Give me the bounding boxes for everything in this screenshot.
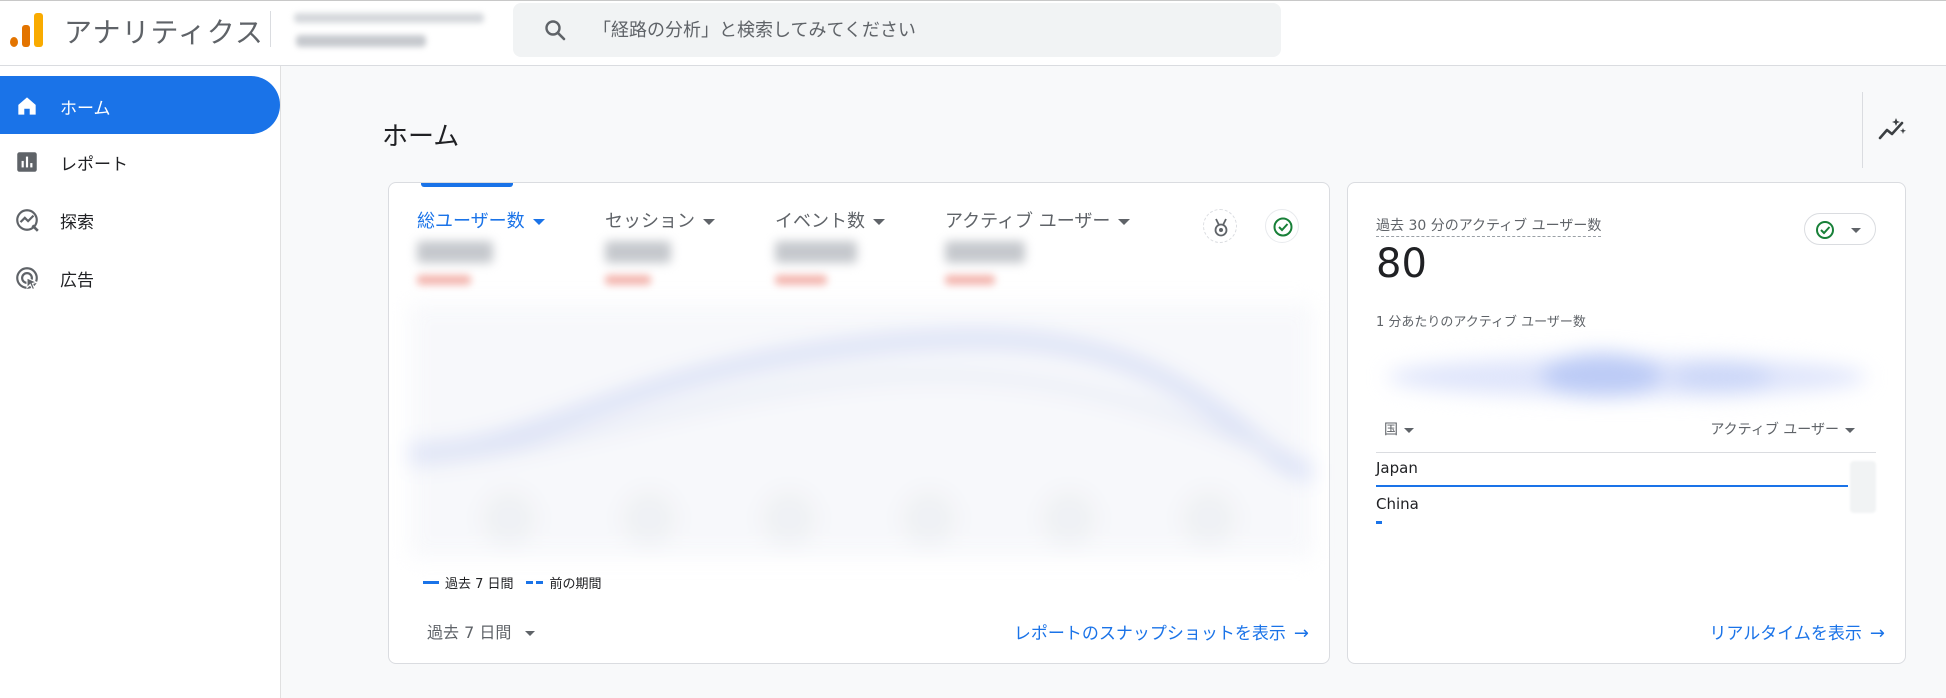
search-input[interactable] xyxy=(593,15,1253,45)
bar-chart-icon xyxy=(17,152,37,172)
realtime-active-users-value: 80 xyxy=(1376,241,1427,287)
sidebar-item-explore[interactable]: 探索 xyxy=(0,190,280,248)
table-row-country[interactable]: China xyxy=(1376,495,1419,513)
metric-label: セッション xyxy=(605,211,695,232)
page-title: ホーム xyxy=(382,122,460,152)
metric-label: アクティブ ユーザー xyxy=(945,211,1111,232)
date-range-dropdown[interactable]: 過去 7 日間 xyxy=(427,619,536,643)
legend-current-label: 過去 7 日間 xyxy=(445,577,514,592)
account-selector[interactable] xyxy=(290,7,498,53)
sidebar-item-label: レポート xyxy=(60,155,128,175)
chevron-down-icon xyxy=(1118,219,1131,225)
sidebar-item-reports[interactable]: レポート xyxy=(0,132,280,190)
sidebar-item-label: 広告 xyxy=(60,271,94,291)
medal-icon xyxy=(1214,218,1228,237)
metric-dropdown[interactable]: アクティブ ユーザー xyxy=(1710,419,1855,439)
sidebar-item-home[interactable]: ホーム xyxy=(0,76,280,134)
metric-tab-active-users[interactable]: アクティブ ユーザー xyxy=(945,207,1131,285)
table-divider xyxy=(1376,452,1876,453)
chevron-down-icon xyxy=(532,219,545,225)
metric-value-redacted xyxy=(605,241,671,263)
chart-legend: 過去 7 日間 前の期間 xyxy=(423,573,602,592)
search-bar[interactable] xyxy=(513,3,1281,57)
realtime-card: 過去 30 分のアクティブ ユーザー数 80 1 分あたりのアクティブ ユーザー… xyxy=(1347,182,1906,664)
view-realtime-link[interactable]: リアルタイムを表示 → xyxy=(1709,619,1885,644)
active-metric-indicator xyxy=(421,183,513,187)
app-title[interactable]: アナリティクス xyxy=(64,11,264,51)
realtime-status-dropdown[interactable] xyxy=(1804,213,1876,245)
table-row-country[interactable]: Japan xyxy=(1376,459,1418,477)
top-app-bar: アナリティクス xyxy=(0,0,1946,66)
metric-tab-sessions[interactable]: セッション xyxy=(605,207,715,285)
overview-card: 総ユーザー数 セッション イベント数 アクティブ ユーザー 過去 7 日間 前の… xyxy=(388,182,1330,664)
arrow-right-icon: → xyxy=(1293,623,1309,644)
metric-value-redacted xyxy=(945,241,1025,263)
chevron-down-icon xyxy=(703,219,715,225)
dimension-label: 国 xyxy=(1384,422,1398,438)
sidebar-item-advertising[interactable]: 広告 xyxy=(0,248,280,306)
search-icon xyxy=(545,20,566,41)
view-snapshot-link[interactable]: レポートのスナップショットを表示 → xyxy=(1014,619,1309,644)
realtime-title[interactable]: 過去 30 分のアクティブ ユーザー数 xyxy=(1376,215,1602,237)
sidebar-item-label: ホーム xyxy=(60,99,111,119)
insights-divider xyxy=(1862,92,1863,168)
chevron-down-icon xyxy=(873,219,885,225)
realtime-link-label: リアルタイムを表示 xyxy=(1709,624,1862,644)
metric-value-redacted xyxy=(417,241,493,263)
date-range-label: 過去 7 日間 xyxy=(427,623,512,642)
metric-tab-event-count[interactable]: イベント数 xyxy=(775,207,885,285)
metric-change-redacted xyxy=(945,275,995,285)
header-divider xyxy=(270,11,271,47)
chevron-down-icon xyxy=(525,631,536,636)
left-navigation: ホーム レポート 探索 広告 xyxy=(0,66,281,698)
metric-label: アクティブ ユーザー xyxy=(1710,422,1839,438)
metric-label: 総ユーザー数 xyxy=(417,211,525,232)
metric-tab-total-users[interactable]: 総ユーザー数 xyxy=(417,207,545,285)
snapshot-link-label: レポートのスナップショットを表示 xyxy=(1013,624,1286,644)
dimension-dropdown[interactable]: 国 xyxy=(1384,419,1414,439)
legend-previous-label: 前の期間 xyxy=(549,577,602,592)
value-column-redacted xyxy=(1850,461,1876,513)
arrow-right-icon: → xyxy=(1869,623,1885,644)
legend-dashed-line xyxy=(525,581,544,584)
chevron-down-icon xyxy=(1845,427,1855,433)
metric-change-redacted xyxy=(417,275,471,285)
data-quality-button[interactable] xyxy=(1265,209,1299,243)
metric-change-redacted xyxy=(775,275,827,285)
insights-sparkle-icon[interactable] xyxy=(1876,114,1908,146)
japan-share-bar xyxy=(1376,485,1848,487)
analytics-logo-icon[interactable] xyxy=(8,11,44,47)
explore-icon xyxy=(16,209,39,232)
per-minute-label: 1 分あたりのアクティブ ユーザー数 xyxy=(1376,315,1586,330)
benchmark-button[interactable] xyxy=(1203,209,1237,243)
home-icon xyxy=(18,97,36,115)
trend-chart-redacted xyxy=(409,303,1313,558)
metric-change-redacted xyxy=(605,275,651,285)
check-circle-icon xyxy=(1816,221,1861,239)
metric-value-redacted xyxy=(775,241,857,263)
per-minute-bar-chart-redacted xyxy=(1387,353,1867,397)
sidebar-item-label: 探索 xyxy=(60,213,94,233)
metric-label: イベント数 xyxy=(775,211,865,232)
chevron-down-icon xyxy=(1404,427,1414,433)
legend-solid-line xyxy=(423,581,439,584)
china-share-bar xyxy=(1376,521,1382,524)
check-circle-icon xyxy=(1273,217,1293,237)
advertising-icon xyxy=(16,267,39,291)
